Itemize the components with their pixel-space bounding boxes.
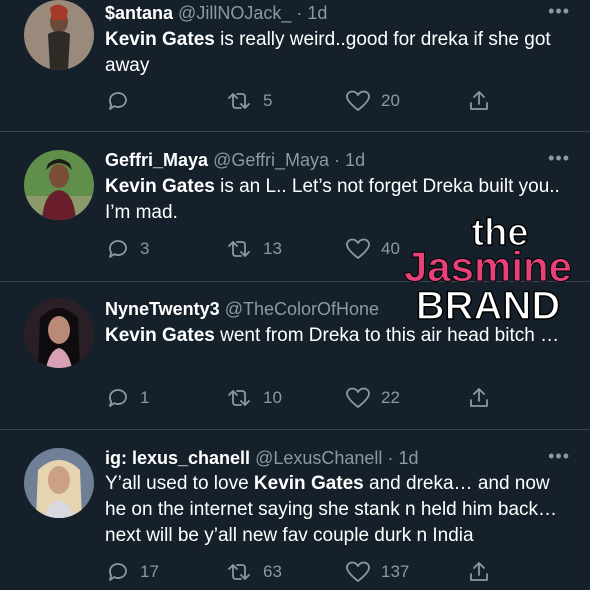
retweet-count: 10: [263, 388, 282, 407]
more-icon[interactable]: •••: [548, 149, 570, 167]
bold-mention: Kevin Gates: [105, 325, 215, 346]
avatar[interactable]: [24, 448, 94, 518]
tweet-text: Kevin Gates went from Dreka to this air …: [105, 323, 575, 349]
timestamp[interactable]: · 1d: [387, 448, 418, 468]
reply-button[interactable]: 3: [106, 237, 149, 261]
share-button[interactable]: [467, 89, 491, 113]
tweet-text: Kevin Gates is really weird..good for dr…: [105, 27, 575, 79]
share-button[interactable]: [467, 386, 491, 410]
retweet-icon: [228, 93, 250, 109]
heart-icon: [346, 90, 370, 111]
user-handle[interactable]: @Geffri_Maya: [213, 150, 329, 170]
tweet-body-prefix: Y’all used to love: [105, 473, 254, 494]
display-name[interactable]: ig: lexus_chanell: [105, 448, 250, 468]
like-count: 40: [381, 239, 400, 258]
tweet-body: went from Dreka to this air head bitch …: [214, 325, 560, 346]
tweet-header: $antana @JillNOJack_ · 1d: [105, 2, 327, 24]
retweet-count: 5: [263, 91, 273, 110]
avatar[interactable]: [24, 150, 94, 220]
heart-icon: [346, 238, 370, 259]
user-handle[interactable]: @TheColorOfHone: [225, 299, 379, 319]
display-name[interactable]: Geffri_Maya: [105, 150, 208, 170]
retweet-button[interactable]: 5: [225, 89, 272, 113]
share-icon: [470, 562, 488, 581]
display-name[interactable]: $antana: [105, 3, 173, 23]
user-handle[interactable]: @LexusChanell: [255, 448, 382, 468]
retweet-icon: [228, 564, 250, 580]
reply-icon: [109, 563, 127, 581]
share-icon: [470, 388, 488, 407]
reply-button[interactable]: [106, 89, 140, 113]
reply-count: 3: [140, 239, 150, 258]
reply-icon: [109, 240, 127, 258]
tweet[interactable]: NyneTwenty3 @TheColorOfHone Kevin Gates …: [0, 282, 590, 430]
reply-icon: [109, 389, 127, 407]
tweet-text: Y’all used to love Kevin Gates and dreka…: [105, 471, 575, 549]
more-icon[interactable]: •••: [548, 2, 570, 20]
retweet-button[interactable]: 10: [225, 386, 282, 410]
like-count: 22: [381, 388, 400, 407]
like-button[interactable]: 22: [345, 386, 400, 410]
share-button[interactable]: [467, 560, 491, 584]
bold-mention: Kevin Gates: [253, 473, 364, 494]
timestamp[interactable]: · 1d: [334, 150, 365, 170]
tweet-header: ig: lexus_chanell @LexusChanell · 1d: [105, 447, 418, 469]
tweet[interactable]: ig: lexus_chanell @LexusChanell · 1d •••…: [0, 430, 590, 590]
avatar[interactable]: [24, 0, 94, 70]
retweet-count: 63: [263, 562, 282, 581]
tweet-header: Geffri_Maya @Geffri_Maya · 1d: [105, 149, 365, 171]
tweet-header: NyneTwenty3 @TheColorOfHone: [105, 298, 379, 320]
reply-button[interactable]: 1: [106, 386, 149, 410]
like-count: 137: [381, 562, 410, 581]
user-handle[interactable]: @JillNOJack_: [178, 3, 291, 23]
more-icon[interactable]: •••: [548, 447, 570, 465]
avatar[interactable]: [24, 298, 94, 368]
heart-icon: [346, 561, 370, 582]
display-name[interactable]: NyneTwenty3: [105, 299, 220, 319]
tweet[interactable]: $antana @JillNOJack_ · 1d ••• Kevin Gate…: [0, 0, 590, 132]
share-icon: [470, 91, 488, 110]
timestamp[interactable]: · 1d: [296, 3, 327, 23]
bold-mention: Kevin Gates: [105, 176, 215, 197]
reply-count: 17: [140, 562, 159, 581]
like-button[interactable]: 40: [345, 237, 400, 261]
reply-button[interactable]: 17: [106, 560, 159, 584]
bold-mention: Kevin Gates: [105, 29, 215, 50]
retweet-count: 13: [263, 239, 282, 258]
tweet[interactable]: Geffri_Maya @Geffri_Maya · 1d ••• Kevin …: [0, 132, 590, 282]
like-button[interactable]: 20: [345, 89, 400, 113]
retweet-icon: [228, 390, 250, 406]
tweet-text: Kevin Gates is an L.. Let’s not forget D…: [105, 174, 575, 226]
heart-icon: [346, 387, 370, 408]
like-button[interactable]: 137: [345, 560, 409, 584]
retweet-icon: [228, 241, 250, 257]
retweet-button[interactable]: 63: [225, 560, 282, 584]
reply-icon: [109, 92, 127, 110]
reply-count: 1: [140, 388, 150, 407]
retweet-button[interactable]: 13: [225, 237, 282, 261]
like-count: 20: [381, 91, 400, 110]
